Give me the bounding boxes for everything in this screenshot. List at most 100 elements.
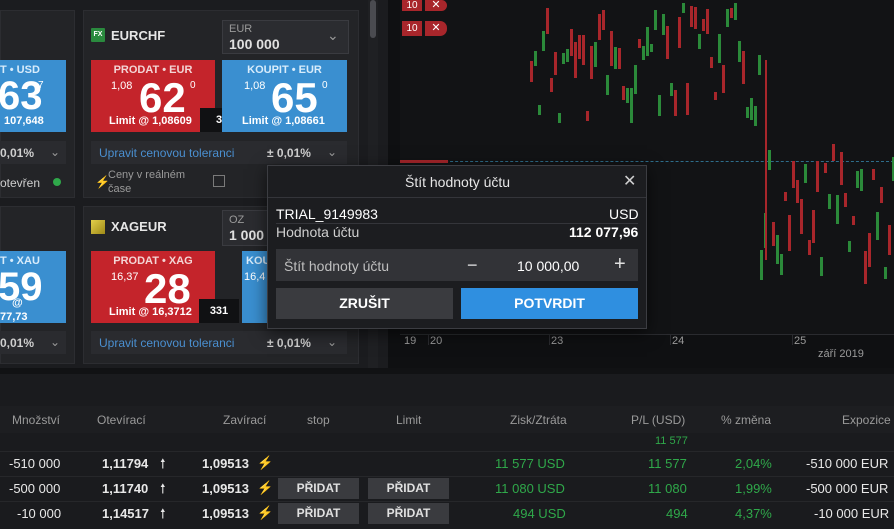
chevron-down-icon: ⌄ [327, 27, 339, 43]
x-tick-label: 19 [404, 335, 417, 347]
quantity-currency: OZ [229, 214, 245, 226]
chevron-down-icon[interactable]: ⌄ [327, 335, 337, 349]
header-limit[interactable]: Limit [396, 413, 421, 427]
adjust-tolerance-link[interactable]: Upravit cenovou toleranci [99, 146, 234, 160]
quantity-selector[interactable]: EUR 100 000 ⌄ [222, 20, 349, 54]
fx-icon: FX [91, 28, 105, 42]
row-open-price: 1,14517 [102, 506, 149, 521]
header-close-price[interactable]: Zavírací [223, 413, 266, 427]
tolerance-value: ± 0,01% [267, 146, 311, 160]
buy-button-xageur[interactable]: KOU 16,4 [242, 251, 267, 323]
add-stop-button[interactable]: PŘIDAT [278, 503, 359, 524]
account-value: 112 077,96 [569, 224, 639, 240]
instrument-name[interactable]: XAGEUR [111, 219, 167, 234]
buy-big-price: 63 [0, 74, 43, 118]
row-exposure: -500 000 EUR [806, 481, 889, 496]
sell-price-superscript: 0 [190, 80, 196, 91]
decrement-button[interactable]: − [467, 255, 478, 276]
add-limit-button[interactable]: PŘIDAT [368, 478, 449, 499]
row-quantity: -10 000 [17, 506, 62, 521]
row-quantity: -510 000 [9, 456, 61, 471]
row-open-price: 1,11794 [102, 456, 149, 471]
price-marker [400, 160, 448, 163]
x-tick-label: 23 [551, 335, 564, 347]
buy-side-label: KOU [246, 255, 267, 267]
row-profit-loss: 494 USD [513, 506, 566, 521]
order-badge[interactable]: 10 [402, 0, 422, 11]
realtime-prices-text: Ceny v reálném čase [108, 169, 186, 195]
month-label: září 2019 [818, 348, 864, 360]
buy-limit-text: Limit @ 1,08661 [242, 115, 325, 127]
calculator-icon[interactable] [213, 175, 225, 187]
header-exposure[interactable]: Expozice [842, 413, 891, 427]
header-open-price[interactable]: Otevírací [97, 413, 146, 427]
buy-button-left-top[interactable]: T • USD 63 7 107,648 [0, 60, 66, 132]
buy-limit-text: 107,648 [4, 115, 44, 127]
account-value-label: Hodnota účtu [276, 224, 360, 240]
header-quantity[interactable]: Množství [12, 413, 60, 427]
add-stop-button[interactable]: PŘIDAT [278, 478, 359, 499]
arrow-up-icon: 🠕 [160, 481, 166, 496]
gold-bar-icon [91, 220, 105, 234]
spread-badge: 331 [199, 299, 239, 323]
instrument-name[interactable]: EURCHF [111, 28, 165, 43]
tolerance-value: 0,01% [0, 336, 35, 350]
buy-limit-value: 77,73 [0, 311, 28, 323]
chevron-down-icon[interactable]: ⌄ [327, 145, 337, 159]
increment-button[interactable]: + [614, 253, 626, 276]
buy-button-eurchf[interactable]: KOUPIT • EUR 1,08 65 0 Limit @ 1,08661 [222, 60, 347, 132]
buy-price-prefix: 1,08 [244, 80, 266, 92]
buy-price-superscript: 0 [322, 80, 328, 91]
header-stop[interactable]: stop [307, 413, 330, 427]
shield-value-label: Štít hodnoty účtu [284, 258, 390, 274]
row-change: 2,04% [735, 456, 772, 471]
close-icon[interactable]: ✕ [623, 171, 636, 191]
sell-limit-text: Limit @ 16,3712 [109, 306, 192, 318]
chevron-down-icon[interactable]: ⌄ [50, 145, 60, 159]
buy-price-prefix: 16,4 [244, 271, 266, 283]
cancel-button[interactable]: ZRUŠIT [276, 288, 453, 319]
shield-value-input[interactable]: 10 000,00 [517, 258, 579, 274]
row-exposure: -510 000 EUR [806, 456, 889, 471]
adjust-tolerance-link[interactable]: Upravit cenovou toleranci [99, 336, 234, 350]
row-profit-loss: 11 080 USD [495, 481, 565, 496]
x-tick-label: 25 [794, 335, 807, 347]
add-limit-button[interactable]: PŘIDAT [368, 503, 449, 524]
header-pl-usd[interactable]: P/L (USD) [631, 413, 685, 427]
row-pl-usd: 11 080 [648, 481, 687, 496]
tolerance-value: 0,01% [0, 146, 35, 160]
tolerance-value: ± 0,01% [267, 336, 311, 350]
tolerance-row-left-top: 0,01% ⌄ [0, 141, 66, 164]
row-open-price: 1,11740 [102, 481, 149, 496]
row-pl-usd: 494 [666, 506, 688, 521]
tolerance-row-left-bottom: 0,01% ⌄ [0, 331, 66, 354]
shield-value-field[interactable]: Štít hodnoty účtu − 10 000,00 + [276, 249, 638, 281]
header-change[interactable]: % změna [721, 413, 771, 427]
tolerance-row-xageur: Upravit cenovou toleranci ± 0,01% ⌄ [91, 331, 347, 354]
sell-button-eurchf[interactable]: PRODAT • EUR 1,08 62 0 Limit @ 1,08609 [91, 60, 215, 132]
buy-limit-text: @ [12, 297, 23, 309]
account-shield-dialog: Štít hodnoty účtu ✕ TRIAL_9149983 USD Ho… [267, 165, 647, 329]
dialog-title: Štít hodnoty účtu [405, 174, 511, 190]
row-profit-loss: 11 577 USD [495, 456, 565, 471]
quantity-value: 100 000 [229, 36, 280, 52]
buy-price-superscript: 7 [38, 80, 44, 91]
order-badge[interactable]: 10 [402, 21, 422, 36]
position-status-text: otevřen [0, 176, 41, 190]
x-tick-label: 24 [672, 335, 685, 347]
sell-limit-text: Limit @ 1,08609 [109, 115, 192, 127]
x-tick-label: 20 [430, 335, 443, 347]
confirm-button[interactable]: POTVRDIT [461, 288, 638, 319]
chevron-down-icon[interactable]: ⌄ [50, 335, 60, 349]
sell-button-xageur[interactable]: PRODAT • XAG 16,37 28 Limit @ 16,3712 [91, 251, 215, 323]
tiles-scrollbar-thumb[interactable] [370, 0, 376, 38]
buy-button-left-bottom[interactable]: T • XAU 59 @ 77,73 [0, 251, 66, 323]
close-order-icon[interactable]: ✕ [425, 0, 447, 11]
row-pl-usd: 11 577 [648, 456, 687, 471]
lightning-icon: ⚡ [257, 505, 274, 520]
header-profit-loss[interactable]: Zisk/Ztráta [510, 413, 567, 427]
status-dot-icon [53, 178, 61, 186]
quantity-currency: EUR [229, 23, 253, 35]
sell-price-prefix: 16,37 [111, 271, 139, 283]
close-order-icon[interactable]: ✕ [425, 21, 447, 36]
